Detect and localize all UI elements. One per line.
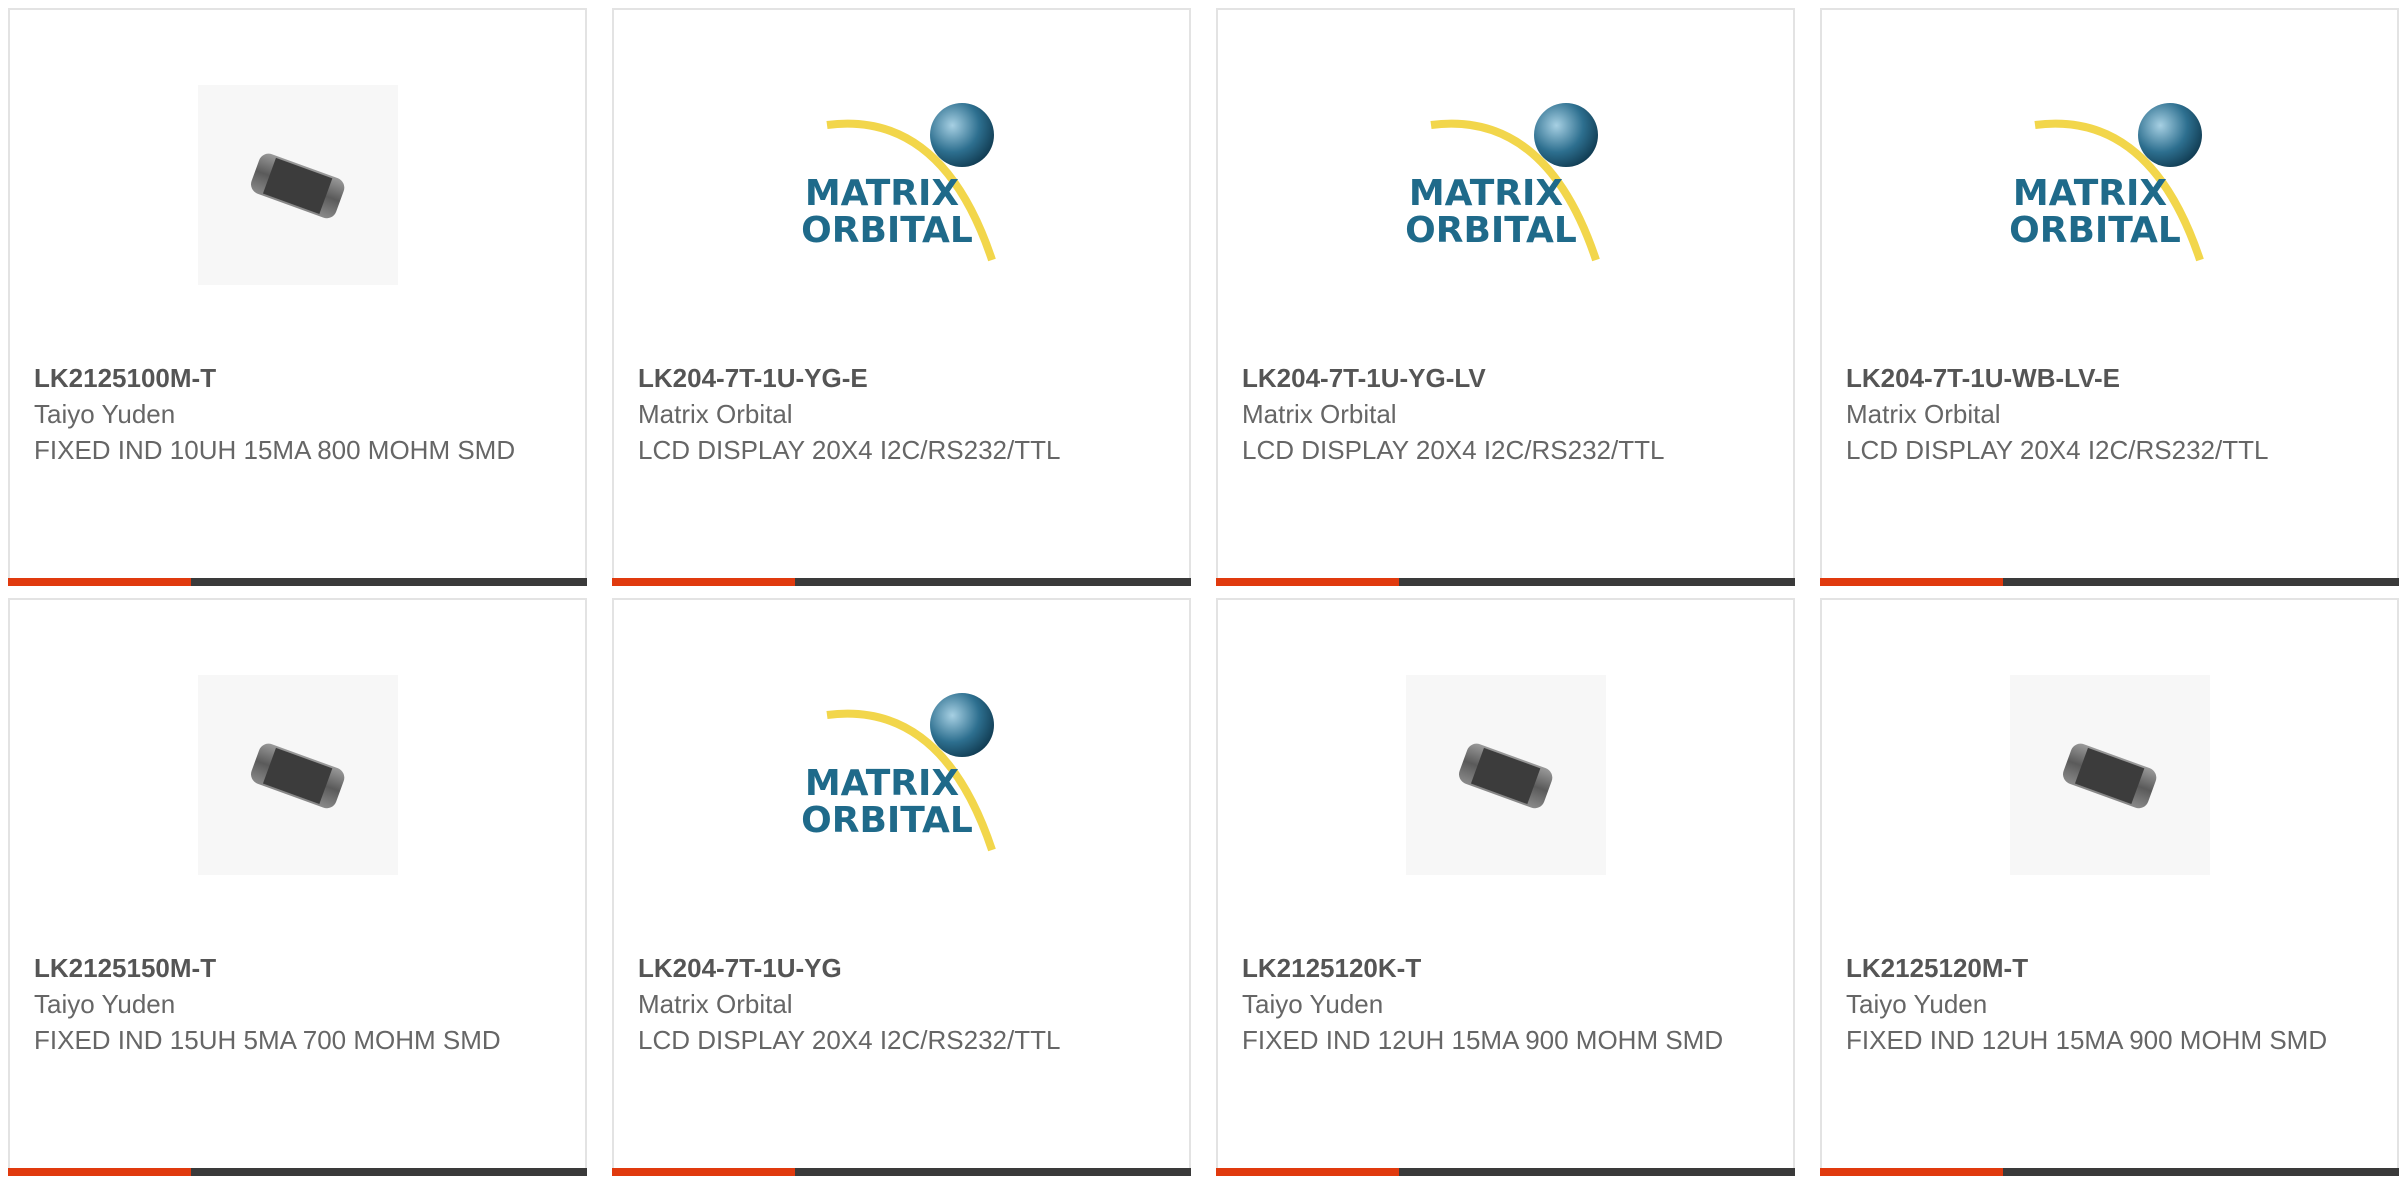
inductor-chip-image [2009, 675, 2210, 875]
product-image[interactable]: MATRIX ORBITAL [1218, 80, 1793, 290]
logo-line1: MATRIX [804, 173, 959, 214]
card-bottom-bar [8, 1168, 587, 1176]
card-accent-bar [1820, 578, 2003, 586]
part-number[interactable]: LK2125120M-T [1846, 950, 2377, 986]
product-card[interactable]: MATRIX ORBITAL LK204-7T-1U-YG-E Matrix O… [612, 8, 1191, 586]
card-bottom-bar [612, 578, 1191, 586]
product-image[interactable] [10, 80, 585, 290]
product-card[interactable]: MATRIX ORBITAL LK204-7T-1U-WB-LV-E Matri… [1820, 8, 2399, 586]
card-bottom-bar [8, 578, 587, 586]
manufacturer-name: Matrix Orbital [638, 399, 793, 429]
product-description: FIXED IND 10UH 15MA 800 MOHM SMD [34, 435, 516, 465]
part-number[interactable]: LK2125120K-T [1242, 950, 1773, 986]
card-accent-bar [8, 578, 191, 586]
card-accent-bar [1216, 578, 1399, 586]
logo-line2: ORBITAL [2009, 210, 2181, 251]
product-image[interactable] [1822, 670, 2397, 880]
product-description: LCD DISPLAY 20X4 I2C/RS232/TTL [1846, 435, 2269, 465]
product-card[interactable]: LK2125120M-T Taiyo Yuden FIXED IND 12UH … [1820, 598, 2399, 1176]
product-card[interactable]: LK2125150M-T Taiyo Yuden FIXED IND 15UH … [8, 598, 587, 1176]
manufacturer-name: Taiyo Yuden [1242, 989, 1384, 1019]
product-description: LCD DISPLAY 20X4 I2C/RS232/TTL [1242, 435, 1665, 465]
card-bottom-bar [612, 1168, 1191, 1176]
card-accent-bar [612, 1168, 795, 1176]
product-image[interactable]: MATRIX ORBITAL [614, 80, 1189, 290]
logo-line2: ORBITAL [1405, 210, 1577, 251]
logo-line1: MATRIX [2012, 173, 2167, 214]
manufacturer-name: Taiyo Yuden [34, 399, 176, 429]
part-number[interactable]: LK204-7T-1U-WB-LV-E [1846, 360, 2377, 396]
matrix-orbital-logo: MATRIX ORBITAL [2009, 103, 2204, 262]
manufacturer-name: Matrix Orbital [638, 989, 793, 1019]
manufacturer-name: Taiyo Yuden [1846, 989, 1988, 1019]
logo-line1: MATRIX [804, 763, 959, 804]
logo-line2: ORBITAL [801, 210, 973, 251]
product-image[interactable] [1218, 670, 1793, 880]
part-number[interactable]: LK204-7T-1U-YG [638, 950, 1169, 986]
inductor-chip-image [197, 85, 398, 285]
product-card[interactable]: MATRIX ORBITAL LK204-7T-1U-YG-LV Matrix … [1216, 8, 1795, 586]
product-image[interactable] [10, 670, 585, 880]
card-bottom-bar [1216, 1168, 1795, 1176]
part-number[interactable]: LK204-7T-1U-YG-LV [1242, 360, 1773, 396]
part-number[interactable]: LK2125150M-T [34, 950, 565, 986]
product-card[interactable]: LK2125120K-T Taiyo Yuden FIXED IND 12UH … [1216, 598, 1795, 1176]
card-accent-bar [612, 578, 795, 586]
product-description: LCD DISPLAY 20X4 I2C/RS232/TTL [638, 435, 1061, 465]
manufacturer-name: Matrix Orbital [1846, 399, 2001, 429]
card-bottom-bar [1820, 1168, 2399, 1176]
matrix-orbital-logo: MATRIX ORBITAL [801, 103, 996, 262]
inductor-chip-image [197, 675, 398, 875]
inductor-chip-image [1405, 675, 1606, 875]
product-card[interactable]: MATRIX ORBITAL LK204-7T-1U-YG Matrix Orb… [612, 598, 1191, 1176]
card-bottom-bar [1216, 578, 1795, 586]
part-number[interactable]: LK2125100M-T [34, 360, 565, 396]
card-accent-bar [1216, 1168, 1399, 1176]
logo-line1: MATRIX [1408, 173, 1563, 214]
product-description: LCD DISPLAY 20X4 I2C/RS232/TTL [638, 1025, 1061, 1055]
product-grid: LK2125100M-T Taiyo Yuden FIXED IND 10UH … [0, 0, 2400, 1179]
part-number[interactable]: LK204-7T-1U-YG-E [638, 360, 1169, 396]
manufacturer-name: Taiyo Yuden [34, 989, 176, 1019]
card-accent-bar [8, 1168, 191, 1176]
matrix-orbital-logo: MATRIX ORBITAL [801, 693, 996, 852]
product-card[interactable]: LK2125100M-T Taiyo Yuden FIXED IND 10UH … [8, 8, 587, 586]
product-description: FIXED IND 12UH 15MA 900 MOHM SMD [1242, 1025, 1724, 1055]
product-description: FIXED IND 12UH 15MA 900 MOHM SMD [1846, 1025, 2328, 1055]
card-bottom-bar [1820, 578, 2399, 586]
product-image[interactable]: MATRIX ORBITAL [614, 670, 1189, 880]
matrix-orbital-logo: MATRIX ORBITAL [1405, 103, 1600, 262]
card-accent-bar [1820, 1168, 2003, 1176]
logo-line2: ORBITAL [801, 800, 973, 841]
manufacturer-name: Matrix Orbital [1242, 399, 1397, 429]
product-image[interactable]: MATRIX ORBITAL [1822, 80, 2397, 290]
product-description: FIXED IND 15UH 5MA 700 MOHM SMD [34, 1025, 501, 1055]
